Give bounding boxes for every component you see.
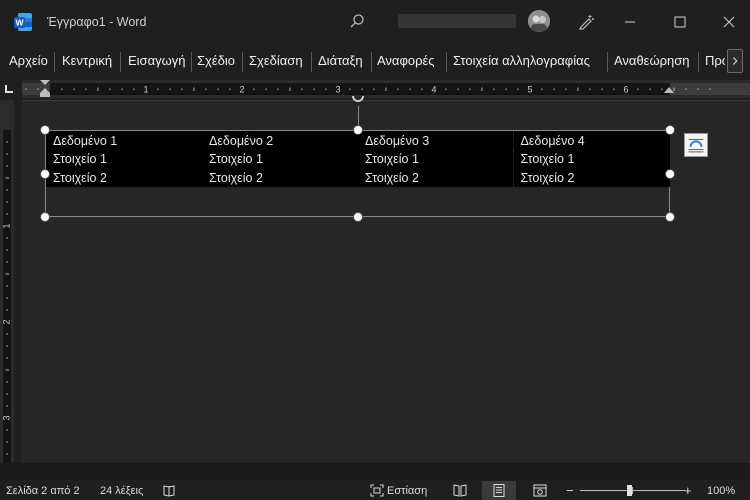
tab-view-truncated[interactable]: Προ: [705, 53, 725, 68]
layout-options-icon: [688, 139, 704, 153]
data-table[interactable]: Δεδομένο 1 Δεδομένο 2 Δεδομένο 3 Δεδομέν…: [46, 131, 670, 187]
tab-separator: [446, 52, 447, 72]
table-cell[interactable]: Στοιχείο 2: [202, 168, 358, 187]
horizontal-ruler[interactable]: 1 2 3 4 5 6: [22, 80, 750, 98]
right-indent-marker-icon[interactable]: [663, 84, 675, 96]
page-info[interactable]: Σελίδα 2 από 2: [6, 485, 80, 497]
resize-handle-top-right[interactable]: [665, 125, 675, 135]
table-cell[interactable]: Στοιχείο 1: [358, 150, 513, 169]
maximize-icon[interactable]: [663, 8, 697, 36]
focus-icon[interactable]: [370, 484, 384, 497]
tab-separator: [54, 52, 55, 72]
zoom-slider-thumb[interactable]: [627, 485, 632, 496]
resize-handle-bottom-right[interactable]: [665, 212, 675, 222]
tab-home[interactable]: Κεντρική: [62, 53, 112, 68]
resize-handle-bottom[interactable]: [353, 212, 363, 222]
vertical-ruler[interactable]: 1 2 3: [0, 100, 14, 472]
ruler-number: 6: [623, 85, 628, 95]
zoom-level[interactable]: 100%: [707, 485, 735, 497]
resize-handle-right[interactable]: [665, 169, 675, 179]
tab-separator: [698, 52, 699, 72]
tab-layout[interactable]: Διάταξη: [318, 53, 363, 68]
tab-separator: [242, 52, 243, 72]
resize-handle-bottom-left[interactable]: [40, 212, 50, 222]
text-box[interactable]: Δεδομένο 1 Δεδομένο 2 Δεδομένο 3 Δεδομέν…: [45, 130, 670, 217]
resize-handle-top-left[interactable]: [40, 125, 50, 135]
horizontal-scrollbar[interactable]: [0, 463, 750, 480]
print-layout-icon[interactable]: [492, 484, 506, 497]
read-aloud-book-icon[interactable]: [162, 484, 176, 497]
tab-separator: [120, 52, 121, 72]
focus-label[interactable]: Εστίαση: [387, 485, 427, 497]
account-name[interactable]: [398, 14, 516, 28]
table-row: Στοιχείο 2 Στοιχείο 2 Στοιχείο 2 Στοιχεί…: [46, 168, 670, 187]
resize-handle-left[interactable]: [40, 169, 50, 179]
tab-draw[interactable]: Σχέδιο: [197, 53, 235, 68]
rotate-handle-icon[interactable]: [351, 96, 365, 106]
table-cell[interactable]: Στοιχείο 2: [46, 168, 202, 187]
left-tab-icon: [5, 85, 13, 93]
ruler-number: 4: [431, 85, 436, 95]
table-cell[interactable]: Στοιχείο 1: [202, 150, 358, 169]
tab-review[interactable]: Αναθεώρηση: [614, 53, 690, 68]
ruler-number: 2: [1, 319, 11, 324]
status-bar: Σελίδα 2 από 2 24 λέξεις Εστίαση − + 100…: [0, 481, 750, 500]
ribbon-tabs: Αρχείο Κεντρική Εισαγωγή Σχέδιο Σχεδίαση…: [0, 47, 750, 75]
tab-file[interactable]: Αρχείο: [9, 53, 48, 68]
resize-handle-top[interactable]: [353, 125, 363, 135]
ruler-ticks: 1 2 3 4 5 6: [25, 85, 711, 95]
tab-mailings[interactable]: Στοιχεία αλληλογραφίας: [453, 53, 590, 68]
avatar[interactable]: [528, 10, 550, 32]
read-mode-icon[interactable]: [453, 484, 467, 497]
chevron-right-icon: [732, 57, 738, 65]
zoom-slider-tick: [632, 487, 633, 494]
table-row: Στοιχείο 1 Στοιχείο 1 Στοιχείο 1 Στοιχεί…: [46, 149, 670, 169]
tab-references[interactable]: Αναφορές: [377, 53, 435, 68]
tab-separator: [311, 52, 312, 72]
pen-icon[interactable]: [576, 12, 596, 32]
ruler-number: 1: [143, 85, 148, 95]
table-cell[interactable]: Στοιχείο 2: [358, 168, 513, 187]
document-title: Έγγραφο1 - Word: [47, 15, 147, 29]
svg-text:W: W: [15, 18, 24, 28]
tab-separator: [191, 52, 192, 72]
indent-marker-icon[interactable]: [39, 80, 51, 98]
table-cell[interactable]: Δεδομένο 3: [358, 131, 513, 150]
minimize-icon[interactable]: [613, 8, 647, 36]
tab-design[interactable]: Σχεδίαση: [249, 53, 303, 68]
ruler-number: 3: [1, 415, 11, 420]
table-cell[interactable]: Στοιχείο 1: [46, 150, 202, 169]
tab-separator: [371, 52, 372, 72]
tab-insert[interactable]: Εισαγωγή: [128, 53, 185, 68]
tab-selector[interactable]: [0, 80, 22, 98]
word-logo-icon[interactable]: W: [13, 12, 33, 32]
ruler-number: 3: [335, 85, 340, 95]
word-count[interactable]: 24 λέξεις: [100, 485, 143, 497]
web-layout-icon[interactable]: [533, 484, 547, 497]
zoom-out-button[interactable]: −: [566, 483, 574, 498]
zoom-in-button[interactable]: +: [684, 483, 692, 498]
table-cell[interactable]: Δεδομένο 1: [46, 131, 202, 150]
table-cell[interactable]: Στοιχείο 2: [512, 168, 670, 187]
tab-separator: [607, 52, 608, 72]
table-cell[interactable]: Δεδομένο 4: [512, 131, 670, 150]
title-bar: W Έγγραφο1 - Word: [0, 0, 750, 45]
table-cell[interactable]: Δεδομένο 2: [202, 131, 358, 150]
layout-options-button[interactable]: [684, 133, 708, 157]
vruler-ticks: 1 2 3: [1, 141, 11, 467]
ruler-number: 2: [239, 85, 244, 95]
ribbon-scroll-button[interactable]: [727, 49, 743, 73]
ruler-number: 1: [1, 223, 11, 228]
ruler-number: 5: [527, 85, 532, 95]
search-icon[interactable]: [347, 12, 367, 32]
table-cell[interactable]: Στοιχείο 1: [512, 149, 670, 169]
close-icon[interactable]: [712, 8, 746, 36]
